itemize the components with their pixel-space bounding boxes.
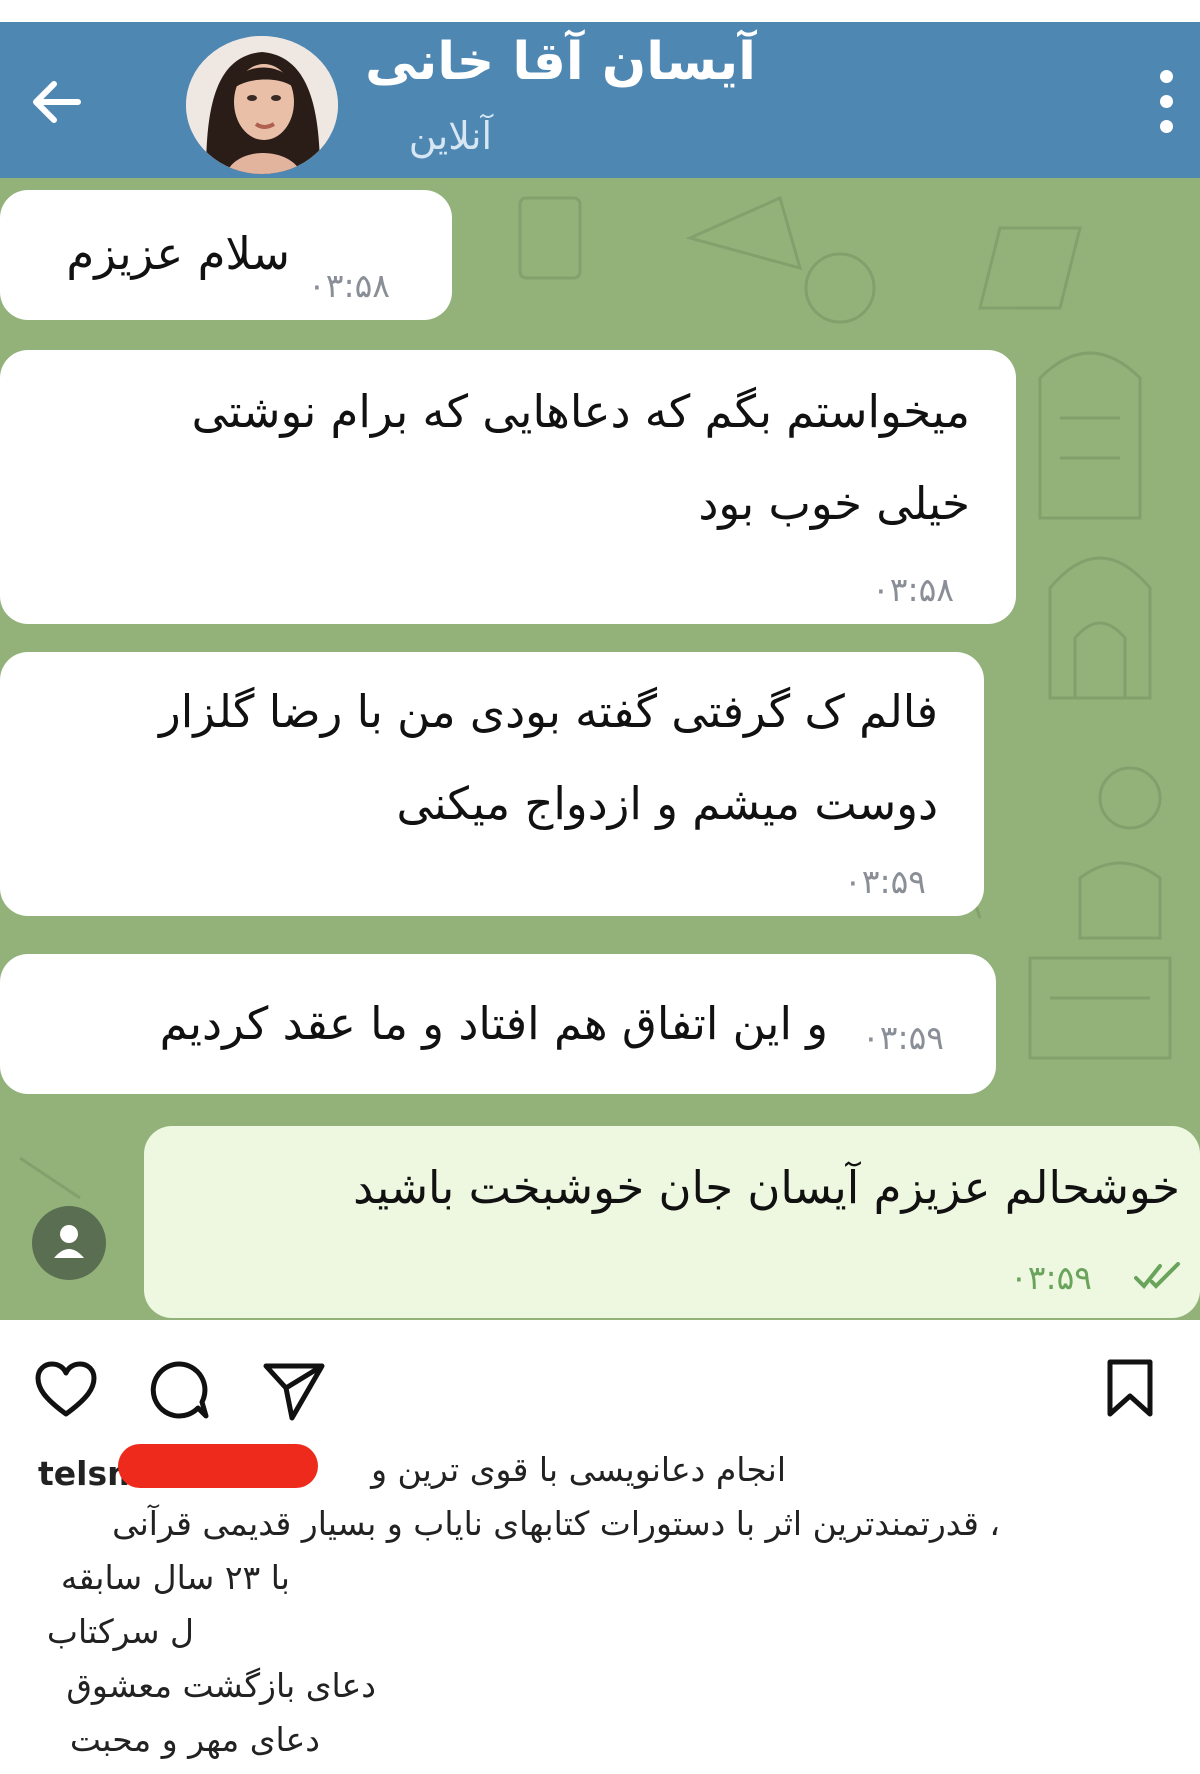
message-text: فالم ک گرفتی گفته بودی من با رضا گلزار د… (159, 685, 938, 830)
avatar[interactable] (186, 36, 338, 174)
arrow-left-icon[interactable] (26, 72, 86, 132)
caption-line: ل سرکتاب (46, 1612, 194, 1651)
caption-line: با ۲۳ سال سابقه (60, 1558, 290, 1597)
send-icon[interactable] (262, 1358, 326, 1422)
caption-line: دعای مهر و محبت (69, 1720, 320, 1759)
vertical-dots-icon[interactable] (1160, 70, 1174, 134)
double-check-icon (1134, 1262, 1180, 1289)
caption-line: ، قدرتمندترین اثر با دستورات کتابهای نای… (112, 1504, 1000, 1543)
caption-line: انجام دعانویسی با قوی ترین و (371, 1450, 786, 1489)
message-bubble[interactable]: سلام عزیزم ۰۳:۵۸ (0, 190, 452, 320)
top-strip (0, 0, 1200, 23)
chat-area: سلام عزیزم ۰۳:۵۸ میخواستم بگم که دعاهایی… (0, 178, 1200, 1320)
message-text: سلام عزیزم (66, 227, 290, 280)
message-text: و این اتفاق هم افتاد و ما عقد کردیم (159, 997, 828, 1050)
caption-line: دعای بازگشت معشوق (66, 1666, 376, 1705)
message-time: ۰۳:۵۸ (872, 570, 955, 609)
message-time: ۰۳:۵۸ (308, 266, 391, 305)
redaction-mark (118, 1444, 318, 1488)
message-text: خوشحالم عزیزم آیسان جان خوشبخت باشید (353, 1161, 1180, 1214)
bookmark-icon[interactable] (1104, 1358, 1156, 1418)
message-time: ۰۳:۵۹ (1010, 1258, 1093, 1297)
message-text: میخواستم بگم که دعاهایی که برام نوشتی خی… (191, 385, 970, 530)
contact-name[interactable]: آیسان آقا خانی (365, 32, 756, 92)
message-bubble[interactable]: میخواستم بگم که دعاهایی که برام نوشتی خی… (0, 350, 1016, 624)
user-avatar-icon[interactable] (32, 1206, 106, 1280)
message-time: ۰۳:۵۹ (844, 862, 927, 901)
heart-icon[interactable] (34, 1360, 98, 1420)
message-bubble[interactable]: و این اتفاق هم افتاد و ما عقد کردیم ۰۳:۵… (0, 954, 996, 1094)
message-bubble-outgoing[interactable]: خوشحالم عزیزم آیسان جان خوشبخت باشید ۰۳:… (144, 1126, 1200, 1318)
chat-header: آیسان آقا خانی آنلاین (0, 22, 1200, 178)
contact-status: آنلاین (408, 114, 492, 158)
message-time: ۰۳:۵۹ (862, 1018, 945, 1057)
message-bubble[interactable]: فالم ک گرفتی گفته بودی من با رضا گلزار د… (0, 652, 984, 916)
comment-icon[interactable] (148, 1358, 212, 1422)
post-footer: telsm انجام دعانویسی با قوی ترین و ، قدر… (0, 1320, 1200, 1774)
